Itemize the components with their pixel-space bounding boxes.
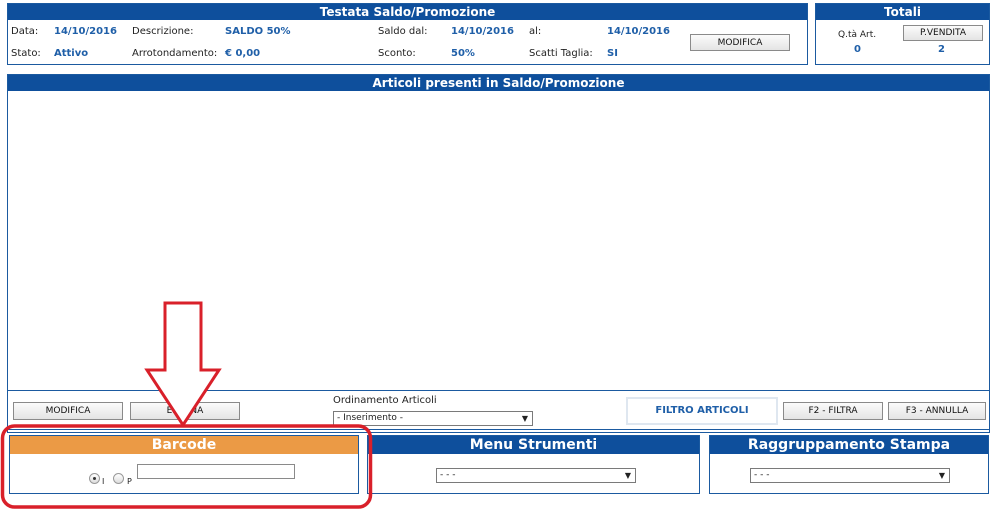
menu-strumenti-select[interactable]: - - - ▼ xyxy=(436,468,636,483)
barcode-panel: Barcode I P xyxy=(9,435,359,494)
totali-panel: Totali Q.tà Art. 0 P.VENDITA 2 xyxy=(815,3,990,65)
articoli-panel: Articoli presenti in Saldo/Promozione xyxy=(7,74,990,433)
header-modifica-button[interactable]: MODIFICA xyxy=(690,34,790,51)
toolbar-panel: MODIFICA ELIMINA Ordinamento Articoli - … xyxy=(7,390,990,430)
modifica-button[interactable]: MODIFICA xyxy=(13,402,123,420)
ordinamento-label: Ordinamento Articoli xyxy=(333,395,437,406)
raggruppamento-selected: - - - xyxy=(754,470,770,480)
descrizione-label: Descrizione: xyxy=(132,26,194,37)
chevron-down-icon: ▼ xyxy=(938,471,945,480)
menu-strumenti-panel: Menu Strumenti - - - ▼ xyxy=(367,435,700,494)
raggruppamento-panel: Raggruppamento Stampa - - - ▼ xyxy=(709,435,989,494)
saldo-dal-value: 14/10/2016 xyxy=(451,26,514,37)
qta-art-label: Q.tà Art. xyxy=(838,30,877,40)
al-value: 14/10/2016 xyxy=(607,26,670,37)
barcode-input[interactable] xyxy=(137,464,295,479)
data-value: 14/10/2016 xyxy=(54,26,117,37)
totali-title: Totali xyxy=(816,4,989,20)
filtra-button[interactable]: F2 - FILTRA xyxy=(783,402,883,420)
filtro-articoli-box: FILTRO ARTICOLI xyxy=(626,397,778,425)
radio-i-label: I xyxy=(102,477,105,486)
header-panel: Testata Saldo/Promozione Data: 14/10/201… xyxy=(7,3,808,65)
chevron-down-icon: ▼ xyxy=(624,471,631,480)
al-label: al: xyxy=(529,26,542,37)
radio-p[interactable] xyxy=(113,473,124,484)
header-title: Testata Saldo/Promozione xyxy=(8,4,807,20)
p-vendita-button[interactable]: P.VENDITA xyxy=(903,25,983,41)
articoli-title: Articoli presenti in Saldo/Promozione xyxy=(8,75,989,91)
scatti-taglia-value: SI xyxy=(607,48,618,59)
stato-label: Stato: xyxy=(11,48,41,59)
sconto-label: Sconto: xyxy=(378,48,416,59)
raggruppamento-title: Raggruppamento Stampa xyxy=(710,436,988,454)
annulla-button[interactable]: F3 - ANNULLA xyxy=(888,402,986,420)
barcode-title: Barcode xyxy=(10,436,358,454)
chevron-down-icon: ▼ xyxy=(521,414,528,423)
p-vendita-value: 2 xyxy=(938,44,945,55)
ordinamento-selected: - Inserimento - xyxy=(337,413,404,423)
saldo-dal-label: Saldo dal: xyxy=(378,26,428,37)
menu-strumenti-selected: - - - xyxy=(440,470,456,480)
scatti-taglia-label: Scatti Taglia: xyxy=(529,48,593,59)
qta-art-value: 0 xyxy=(854,44,861,55)
elimina-button[interactable]: ELIMINA xyxy=(130,402,240,420)
radio-i[interactable] xyxy=(89,473,100,484)
arrotondamento-value: € 0,00 xyxy=(225,48,261,59)
radio-p-label: P xyxy=(127,477,132,486)
descrizione-value: SALDO 50% xyxy=(225,26,291,37)
filtro-articoli-label: FILTRO ARTICOLI xyxy=(655,405,749,416)
ordinamento-select[interactable]: - Inserimento - ▼ xyxy=(333,411,533,426)
articoli-list-area xyxy=(8,91,989,391)
data-label: Data: xyxy=(11,26,39,37)
raggruppamento-select[interactable]: - - - ▼ xyxy=(750,468,950,483)
arrotondamento-label: Arrotondamento: xyxy=(132,48,218,59)
stato-value: Attivo xyxy=(54,48,89,59)
menu-strumenti-title: Menu Strumenti xyxy=(368,436,699,454)
sconto-value: 50% xyxy=(451,48,475,59)
